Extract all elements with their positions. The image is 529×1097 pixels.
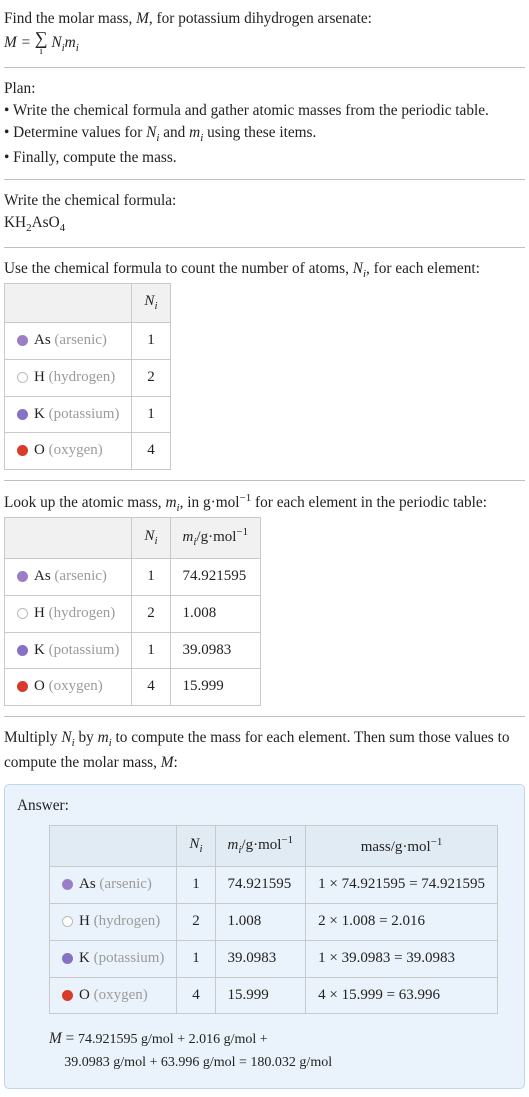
table-row: K (potassium) 1 39.0983 1 × 39.0983 = 39…: [50, 940, 498, 977]
step-count-atoms: Use the chemical formula to count the nu…: [4, 258, 525, 470]
plan-bullet-3: • Finally, compute the mass.: [4, 147, 525, 169]
table-header-blank: [5, 284, 132, 323]
answer-box: Answer: Ni mi/g·mol−1 mass/g·mol−1 As (a…: [4, 784, 525, 1089]
answer-table: Ni mi/g·mol−1 mass/g·mol−1 As (arsenic) …: [49, 825, 498, 1014]
plan-bullet-1: • Write the chemical formula and gather …: [4, 100, 525, 122]
element-dot-icon: [62, 990, 73, 1001]
divider: [4, 716, 525, 717]
divider: [4, 247, 525, 248]
divider: [4, 67, 525, 68]
answer-heading: Answer:: [17, 795, 512, 817]
table-row: O (oxygen) 4: [5, 433, 171, 470]
element-dot-icon: [17, 409, 28, 420]
intro-text-b: , for potassium dihydrogen arsenate:: [149, 10, 372, 27]
table-row: As (arsenic) 1: [5, 323, 171, 360]
step-chemical-formula: Write the chemical formula: KH2AsO4: [4, 190, 525, 237]
plan: Plan: • Write the chemical formula and g…: [4, 78, 525, 170]
element-dot-icon: [17, 645, 28, 656]
element-dot-icon: [17, 445, 28, 456]
table-header-mass: mass/g·mol−1: [306, 826, 498, 867]
final-line-1: 74.921595 g/mol + 2.016 g/mol +: [78, 1032, 268, 1047]
molar-mass-equation: M = ∑i Nimi: [4, 34, 79, 51]
divider: [4, 179, 525, 180]
intro-M: M: [136, 10, 149, 27]
chemical-formula: KH2AsO4: [4, 212, 525, 237]
plan-bullet-2: • Determine values for Ni and mi using t…: [4, 122, 525, 147]
element-dot-icon: [17, 608, 28, 619]
table-header-Ni: Ni: [132, 518, 170, 559]
table-header-Ni: Ni: [177, 826, 215, 867]
intro: Find the molar mass, M, for potassium di…: [4, 8, 525, 57]
table-header-mi: mi/g·mol−1: [170, 518, 261, 559]
step-multiply: Multiply Ni by mi to compute the mass fo…: [4, 727, 525, 774]
table-header-mi: mi/g·mol−1: [215, 826, 306, 867]
element-dot-icon: [17, 571, 28, 582]
table-row: As (arsenic) 1 74.921595: [5, 559, 261, 596]
table-row: H (hydrogen) 2 1.008 2 × 1.008 = 2.016: [50, 904, 498, 941]
table-row: K (potassium) 1 39.0983: [5, 632, 261, 669]
plan-heading: Plan:: [4, 78, 525, 100]
table-header-blank: [50, 826, 177, 867]
table-row: K (potassium) 1: [5, 396, 171, 433]
intro-text-a: Find the molar mass,: [4, 10, 136, 27]
element-dot-icon: [62, 916, 73, 927]
element-dot-icon: [62, 879, 73, 890]
element-dot-icon: [17, 335, 28, 346]
table-row: O (oxygen) 4 15.999 4 × 15.999 = 63.996: [50, 977, 498, 1014]
table-header-blank: [5, 518, 132, 559]
table-row: O (oxygen) 4 15.999: [5, 669, 261, 706]
atom-count-table: Ni As (arsenic) 1 H (hydrogen) 2 K (pota…: [4, 283, 171, 470]
step-atomic-mass: Look up the atomic mass, mi, in g·mol−1 …: [4, 491, 525, 706]
element-dot-icon: [62, 953, 73, 964]
table-row: H (hydrogen) 2 1.008: [5, 595, 261, 632]
final-molar-mass: M = 74.921595 g/mol + 2.016 g/mol + 39.0…: [49, 1028, 512, 1074]
step3-heading: Look up the atomic mass, mi, in g·mol−1 …: [4, 491, 525, 517]
step2-heading: Use the chemical formula to count the nu…: [4, 258, 525, 283]
divider: [4, 480, 525, 481]
final-line-2: 39.0983 g/mol + 63.996 g/mol = 180.032 g…: [64, 1055, 332, 1070]
table-row: H (hydrogen) 2: [5, 359, 171, 396]
table-header-Ni: Ni: [132, 284, 170, 323]
element-dot-icon: [17, 372, 28, 383]
atomic-mass-table: Ni mi/g·mol−1 As (arsenic) 1 74.921595 H…: [4, 517, 261, 706]
step1-heading: Write the chemical formula:: [4, 190, 525, 212]
element-dot-icon: [17, 681, 28, 692]
table-row: As (arsenic) 1 74.921595 1 × 74.921595 =…: [50, 867, 498, 904]
